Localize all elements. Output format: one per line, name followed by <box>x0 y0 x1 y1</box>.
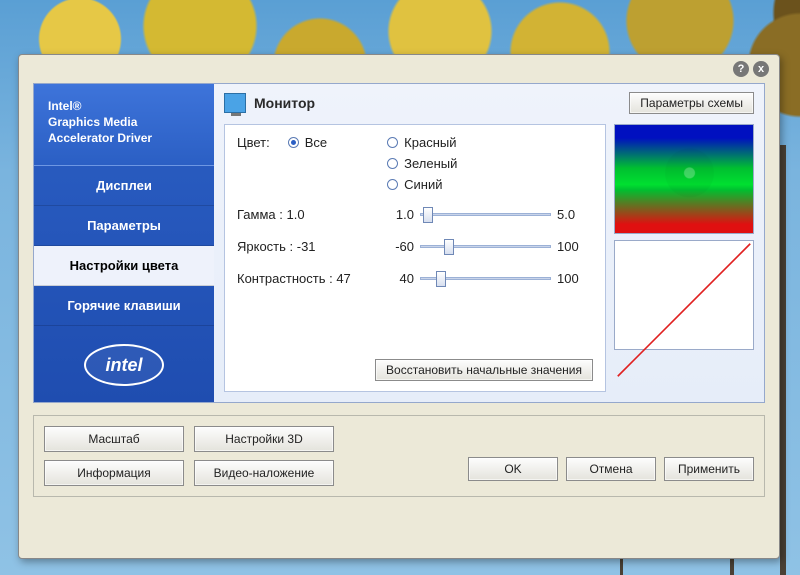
sidebar-item-displays[interactable]: Дисплеи <box>34 166 214 206</box>
color-radio-row: Цвет: Все Красный <box>237 135 593 192</box>
brightness-label: Яркость : -31 <box>237 239 372 254</box>
intel-logo-icon: intel <box>84 344 164 386</box>
sidebar: Intel® Graphics Media Accelerator Driver… <box>34 84 214 402</box>
sidebar-item-color-settings[interactable]: Настройки цвета <box>34 246 214 286</box>
brand-block: Intel® Graphics Media Accelerator Driver <box>34 84 214 166</box>
slider-rail <box>420 213 551 216</box>
restore-row: Восстановить начальные значения <box>237 359 593 381</box>
zoom-button[interactable]: Масштаб <box>44 426 184 452</box>
dialog-window: ? x Intel® Graphics Media Accelerator Dr… <box>18 54 780 559</box>
brand-line: Graphics Media <box>48 114 200 130</box>
slider-thumb-icon[interactable] <box>423 207 433 223</box>
monitor-icon <box>224 93 246 113</box>
help-icon[interactable]: ? <box>733 61 749 77</box>
radio-dot-icon <box>288 137 299 148</box>
radio-dot-icon <box>387 158 398 169</box>
settings-3d-button[interactable]: Настройки 3D <box>194 426 334 452</box>
gamma-label: Гамма : 1.0 <box>237 207 372 222</box>
brightness-min: -60 <box>378 239 414 254</box>
radio-label: Все <box>305 135 327 150</box>
brightness-max: 100 <box>557 239 593 254</box>
information-button[interactable]: Информация <box>44 460 184 486</box>
gamma-min: 1.0 <box>378 207 414 222</box>
brand-line: Accelerator Driver <box>48 130 200 146</box>
sidebar-item-parameters[interactable]: Параметры <box>34 206 214 246</box>
cancel-button[interactable]: Отмена <box>566 457 656 481</box>
radio-red[interactable]: Красный <box>387 135 457 150</box>
video-overlay-button[interactable]: Видео-наложение <box>194 460 334 486</box>
radio-blue[interactable]: Синий <box>387 177 457 192</box>
monitor-label-group: Монитор <box>224 93 315 113</box>
tree-decor <box>780 145 786 575</box>
contrast-label: Контрастность : 47 <box>237 271 372 286</box>
restore-defaults-button[interactable]: Восстановить начальные значения <box>375 359 593 381</box>
gamma-max: 5.0 <box>557 207 593 222</box>
ok-button[interactable]: OK <box>468 457 558 481</box>
radio-col-right: Красный Зеленый Синий <box>387 135 457 192</box>
radio-label: Синий <box>404 177 442 192</box>
radio-col-left: Все <box>288 135 327 192</box>
brand-line: Intel® <box>48 98 200 114</box>
scheme-params-button[interactable]: Параметры схемы <box>629 92 754 114</box>
radio-groups: Все Красный Зеленый <box>288 135 458 192</box>
gradient-preview <box>614 124 754 234</box>
color-settings-box: Цвет: Все Красный <box>224 124 606 392</box>
monitor-label: Монитор <box>254 95 315 111</box>
radio-green[interactable]: Зеленый <box>387 156 457 171</box>
color-label: Цвет: <box>237 135 270 150</box>
aux-button-grid: Масштаб Настройки 3D Информация Видео-на… <box>44 426 334 486</box>
radio-label: Красный <box>404 135 456 150</box>
logo-area: intel <box>34 332 214 402</box>
main-panel: Монитор Параметры схемы Цвет: Все <box>214 84 764 402</box>
apply-button[interactable]: Применить <box>664 457 754 481</box>
contrast-min: 40 <box>378 271 414 286</box>
content-row: Цвет: Все Красный <box>224 124 754 392</box>
preview-column <box>614 124 754 392</box>
contrast-row: Контрастность : 47 40 100 <box>237 268 593 288</box>
dialog-action-buttons: OK Отмена Применить <box>468 431 754 481</box>
radio-dot-icon <box>387 137 398 148</box>
gamma-curve-preview <box>614 240 754 350</box>
sidebar-item-hotkeys[interactable]: Горячие клавиши <box>34 286 214 326</box>
panel-header: Монитор Параметры схемы <box>224 92 754 114</box>
contrast-max: 100 <box>557 271 593 286</box>
close-icon[interactable]: x <box>753 61 769 77</box>
titlebar-controls: ? x <box>733 61 769 77</box>
gamma-row: Гамма : 1.0 1.0 5.0 <box>237 204 593 224</box>
brightness-row: Яркость : -31 -60 100 <box>237 236 593 256</box>
gamma-slider[interactable] <box>420 204 551 224</box>
slider-thumb-icon[interactable] <box>436 271 446 287</box>
slider-thumb-icon[interactable] <box>444 239 454 255</box>
radio-label: Зеленый <box>404 156 457 171</box>
radio-dot-icon <box>387 179 398 190</box>
upper-panel: Intel® Graphics Media Accelerator Driver… <box>33 83 765 403</box>
sidebar-nav: Дисплеи Параметры Настройки цвета Горячи… <box>34 166 214 326</box>
lower-button-bar: Масштаб Настройки 3D Информация Видео-на… <box>33 415 765 497</box>
radio-all[interactable]: Все <box>288 135 327 150</box>
brightness-slider[interactable] <box>420 236 551 256</box>
contrast-slider[interactable] <box>420 268 551 288</box>
slider-rail <box>420 245 551 248</box>
